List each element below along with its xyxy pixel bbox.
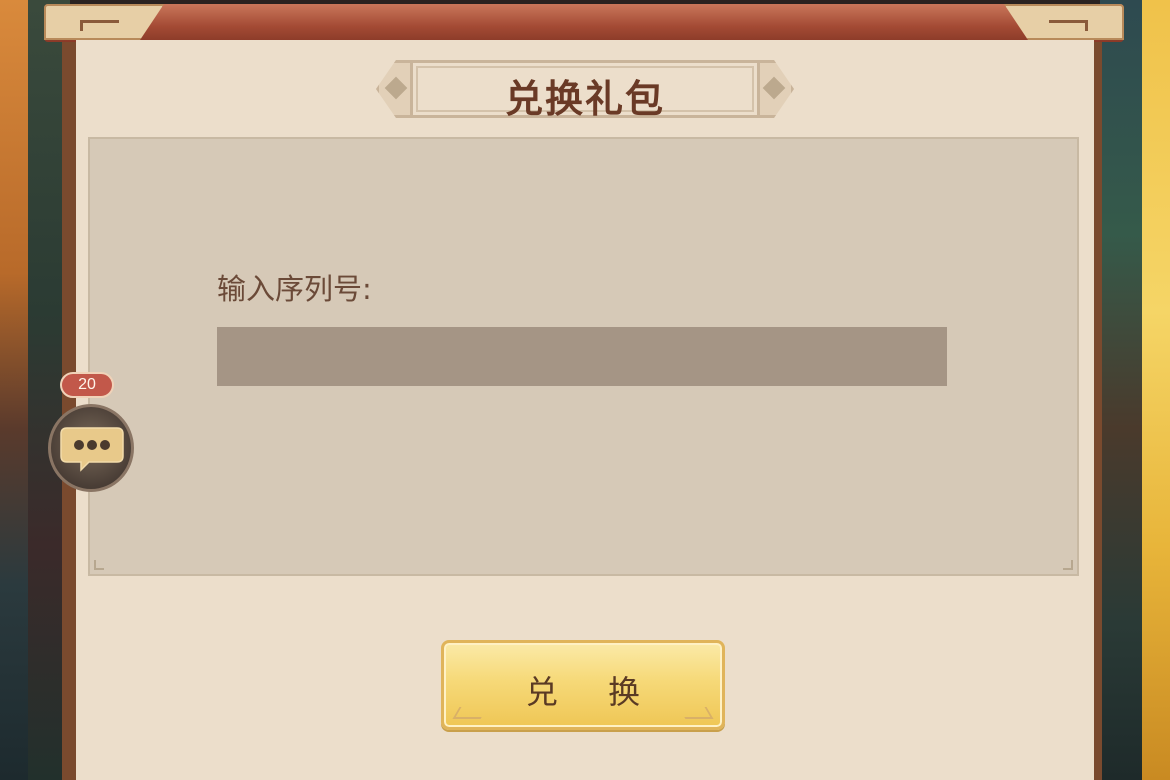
dialog-frame-top <box>44 4 1124 42</box>
unread-count-badge: 20 <box>60 372 114 398</box>
dialog-title: 兑换礼包 <box>504 76 665 121</box>
serial-number-label: 输入序列号: <box>217 272 372 306</box>
game-screen: 兑换礼包 输入序列号: 兑 换 20 <box>0 0 1170 780</box>
serial-number-input[interactable] <box>217 327 947 386</box>
background-scenery-right <box>1090 0 1170 780</box>
title-plate: 兑换礼包 <box>376 58 794 121</box>
redeem-button[interactable]: 兑 换 <box>441 640 725 730</box>
chat-button[interactable] <box>48 404 134 492</box>
chat-bubble-icon <box>60 427 124 472</box>
background-scenery-left <box>0 0 70 780</box>
